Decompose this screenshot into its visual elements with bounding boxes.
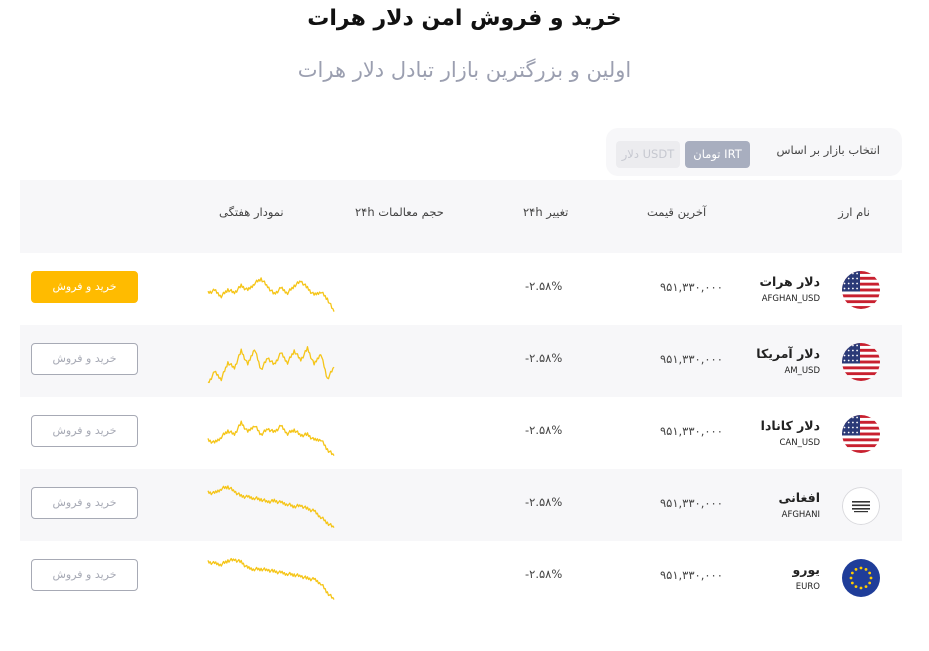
market-filter: انتخاب بازار بر اساس تومان IRT دلار USDT [606, 128, 902, 176]
page-title: خرید و فروش امن دلار هرات [307, 6, 622, 31]
trade-button[interactable]: خرید و فروش [31, 415, 138, 447]
us-flag-icon [842, 271, 880, 309]
last-price: ۹۵۱,۳۳۰,۰۰۰ [660, 352, 723, 366]
trade-button[interactable]: خرید و فروش [31, 343, 138, 375]
header-price: آخرین قیمت [647, 205, 707, 219]
table-row: دلار هرات AFGHAN_USD ۹۵۱,۳۳۰,۰۰۰ -۲.۵۸% … [20, 253, 902, 325]
change-24h: -۲.۵۸% [525, 279, 563, 293]
us-flag-icon [842, 415, 880, 453]
weekly-sparkline [204, 335, 338, 390]
table-row: دلار کانادا CAN_USD ۹۵۱,۳۳۰,۰۰۰ -۲.۵۸% خ… [20, 397, 902, 469]
weekly-sparkline [204, 263, 338, 318]
table-row: دلار آمریکا AM_USD ۹۵۱,۳۳۰,۰۰۰ -۲.۵۸% خر… [20, 325, 902, 397]
currency-name: دلار هرات [759, 274, 820, 289]
currency-name: افغانی [778, 490, 820, 505]
trade-button[interactable]: خرید و فروش [31, 487, 138, 519]
currency-code: CAN_USD [779, 438, 820, 448]
last-price: ۹۵۱,۳۳۰,۰۰۰ [660, 280, 723, 294]
last-price: ۹۵۱,۳۳۰,۰۰۰ [660, 496, 723, 510]
page-subtitle: اولین و بزرگترین بازار تبادل دلار هرات [297, 58, 632, 82]
header-name: نام ارز [838, 205, 870, 219]
currency-name: دلار آمریکا [756, 346, 820, 361]
filter-irt-button[interactable]: تومان IRT [685, 141, 750, 168]
table-header: نام ارز آخرین قیمت تغییر ۲۴h حجم معالمات… [20, 180, 902, 253]
last-price: ۹۵۱,۳۳۰,۰۰۰ [660, 568, 723, 582]
afghan-flag-icon [842, 487, 880, 525]
currency-code: AFGHAN_USD [761, 294, 820, 304]
last-price: ۹۵۱,۳۳۰,۰۰۰ [660, 424, 723, 438]
trade-button[interactable]: خرید و فروش [31, 271, 138, 303]
currency-name: دلار کانادا [760, 418, 820, 433]
weekly-sparkline [204, 479, 338, 534]
currency-code: EURO [795, 582, 820, 592]
filter-usdt-button[interactable]: دلار USDT [616, 141, 680, 168]
table-row: افغانی AFGHANI ۹۵۱,۳۳۰,۰۰۰ -۲.۵۸% خرید و… [20, 469, 902, 541]
change-24h: -۲.۵۸% [525, 567, 563, 581]
us-flag-icon [842, 343, 880, 381]
header-volume: حجم معالمات ۲۴h [355, 205, 444, 219]
weekly-sparkline [204, 551, 338, 606]
currency-code: AM_USD [784, 366, 820, 376]
change-24h: -۲.۵۸% [525, 423, 563, 437]
table-row: یورو EURO ۹۵۱,۳۳۰,۰۰۰ -۲.۵۸% خرید و فروش [20, 541, 902, 613]
trade-button[interactable]: خرید و فروش [31, 559, 138, 591]
eu-flag-icon [842, 559, 880, 597]
header-change: تغییر ۲۴h [523, 205, 569, 219]
market-filter-label: انتخاب بازار بر اساس [776, 143, 880, 157]
change-24h: -۲.۵۸% [525, 495, 563, 509]
currency-name: یورو [792, 562, 821, 577]
header-chart: نمودار هفتگی [219, 205, 284, 219]
weekly-sparkline [204, 407, 338, 462]
markets-table: نام ارز آخرین قیمت تغییر ۲۴h حجم معالمات… [20, 180, 902, 613]
change-24h: -۲.۵۸% [525, 351, 563, 365]
currency-code: AFGHANI [781, 510, 820, 520]
